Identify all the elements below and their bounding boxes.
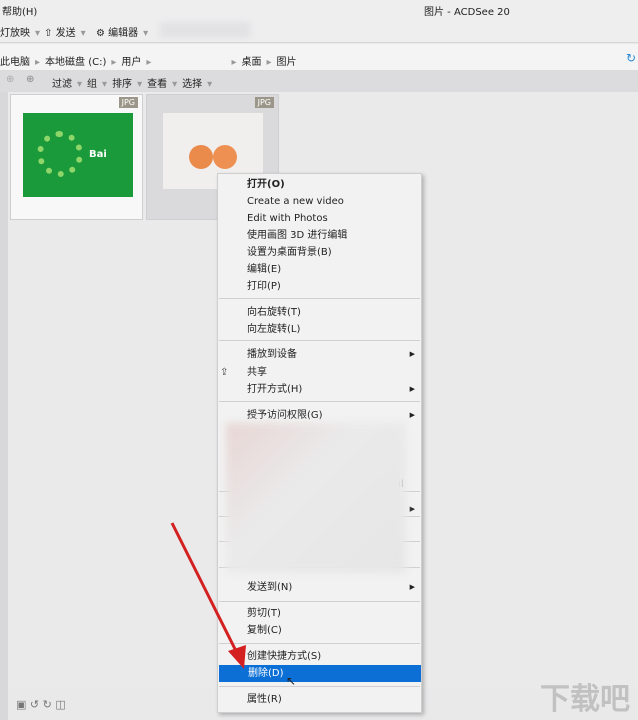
menu-paint3d[interactable]: 使用画图 3D 进行编辑 (218, 227, 421, 244)
crumb-users[interactable]: 用户 (121, 57, 141, 68)
refresh-icon[interactable]: ↻ (626, 51, 636, 65)
menu-properties[interactable]: 属性(R) (218, 691, 421, 708)
menu-cast-label: 播放到设备 (247, 349, 297, 360)
thumbnail-baidu[interactable]: JPG Bai (10, 94, 143, 220)
main-toolbar: 灯放映 ▾ ⇧ 发送 ▾ ⚙ 编辑器 ▾ (0, 18, 638, 43)
send-label: 发送 (55, 28, 76, 39)
group-button[interactable]: 组 (87, 79, 97, 90)
menu-separator (219, 401, 420, 402)
slideshow-label: 灯放映 (0, 28, 30, 39)
logo-circle (37, 131, 83, 177)
menu-rotate-left[interactable]: 向左旋转(L) (218, 321, 421, 338)
menu-edit-photos[interactable]: Edit with Photos (218, 210, 421, 227)
up-icon[interactable]: ⊕ (26, 74, 34, 85)
jpg-badge: JPG (118, 97, 138, 108)
menu-cast[interactable]: 播放到设备 ▶ (218, 346, 421, 363)
submenu-arrow-icon: ▶ (409, 411, 415, 419)
menu-open-with-label: 打开方式(H) (247, 384, 303, 395)
menu-grant-access[interactable]: 授予访问权限(G) ▶ (218, 407, 421, 424)
menu-set-wallpaper[interactable]: 设置为桌面背景(B) (218, 244, 421, 261)
menu-open-with[interactable]: 打开方式(H) ▶ (218, 381, 421, 398)
menu-separator (219, 686, 420, 687)
watermark: 下载吧 (540, 682, 630, 717)
window-title: 图片 - ACDSee 20 (424, 7, 510, 18)
rotate-right-icon[interactable]: ↻ (43, 698, 52, 711)
logo-text: Bai (89, 149, 107, 160)
send-button[interactable]: ⇧ 发送 ▾ (44, 24, 91, 39)
menu-create-video[interactable]: Create a new video (218, 193, 421, 210)
blurred-item (160, 22, 250, 38)
save-icon[interactable]: ▣ (16, 698, 26, 711)
jpg-badge: JPG (254, 97, 274, 108)
filter-button[interactable]: 过滤 (52, 79, 72, 90)
rotate-left-icon[interactable]: ↺ (30, 698, 39, 711)
image-preview: Bai (23, 113, 133, 197)
share-icon: ⇪ (220, 367, 229, 378)
slideshow-button[interactable]: 灯放映 ▾ (0, 24, 45, 39)
address-bar[interactable]: 此电脑 ▸ 本地磁盘 (C:) ▸ 用户 ▸ ▸ 桌面 ▸ 图片 ↻ (0, 44, 638, 70)
menu-share-label: 共享 (247, 367, 267, 378)
sort-button[interactable]: 排序 (112, 79, 132, 90)
editor-label: 编辑器 (108, 28, 139, 39)
submenu-arrow-icon: ▶ (409, 583, 415, 591)
select-button[interactable]: 选择 (182, 79, 202, 90)
upload-icon: ⇧ (44, 28, 53, 39)
mouse-cursor-icon: ↖ (286, 674, 297, 688)
gear-icon: ⚙ (96, 28, 105, 39)
apple-shape (213, 145, 237, 169)
breadcrumb: 此电脑 ▸ 本地磁盘 (C:) ▸ 用户 ▸ ▸ 桌面 ▸ 图片 (0, 57, 297, 68)
crumb-desktop[interactable]: 桌面 (241, 57, 261, 68)
view-options: 过滤 ▾ 组 ▾ 排序 ▾ 查看 ▾ 选择 ▾ (52, 79, 213, 90)
menu-bar: 帮助(H) 图片 - ACDSee 20 (0, 0, 638, 18)
crumb-pictures[interactable]: 图片 (277, 57, 297, 68)
submenu-arrow-icon: ▶ (409, 350, 415, 358)
menu-edit[interactable]: 编辑(E) (218, 261, 421, 278)
menu-share[interactable]: ⇪ 共享 (218, 364, 421, 381)
menu-print[interactable]: 打印(P) (218, 278, 421, 295)
crumb-pc[interactable]: 此电脑 (0, 57, 30, 68)
left-panel-edge (0, 92, 8, 720)
back-icon[interactable]: ⊕ (6, 74, 14, 85)
bottom-toolbar: ▣ ↺ ↻ ◫ (16, 698, 66, 711)
submenu-arrow-icon: ▶ (409, 385, 415, 393)
menu-rotate-right[interactable]: 向右旋转(T) (218, 304, 421, 321)
menu-open[interactable]: 打开(O) (218, 176, 421, 193)
camera-icon[interactable]: ◫ (55, 698, 65, 711)
menu-separator (219, 298, 420, 299)
red-arrow-annotation (170, 522, 246, 669)
menu-separator (219, 340, 420, 341)
editor-button[interactable]: ⚙ 编辑器 ▾ (96, 24, 153, 39)
menu-help[interactable]: 帮助(H) (2, 3, 37, 18)
view-button[interactable]: 查看 (147, 79, 167, 90)
menu-grant-access-label: 授予访问权限(G) (247, 410, 323, 421)
apple-shape (189, 145, 213, 169)
sub-toolbar: ⊕ ⊕ 过滤 ▾ 组 ▾ 排序 ▾ 查看 ▾ 选择 ▾ (0, 70, 638, 92)
crumb-disk[interactable]: 本地磁盘 (C:) (45, 57, 106, 68)
